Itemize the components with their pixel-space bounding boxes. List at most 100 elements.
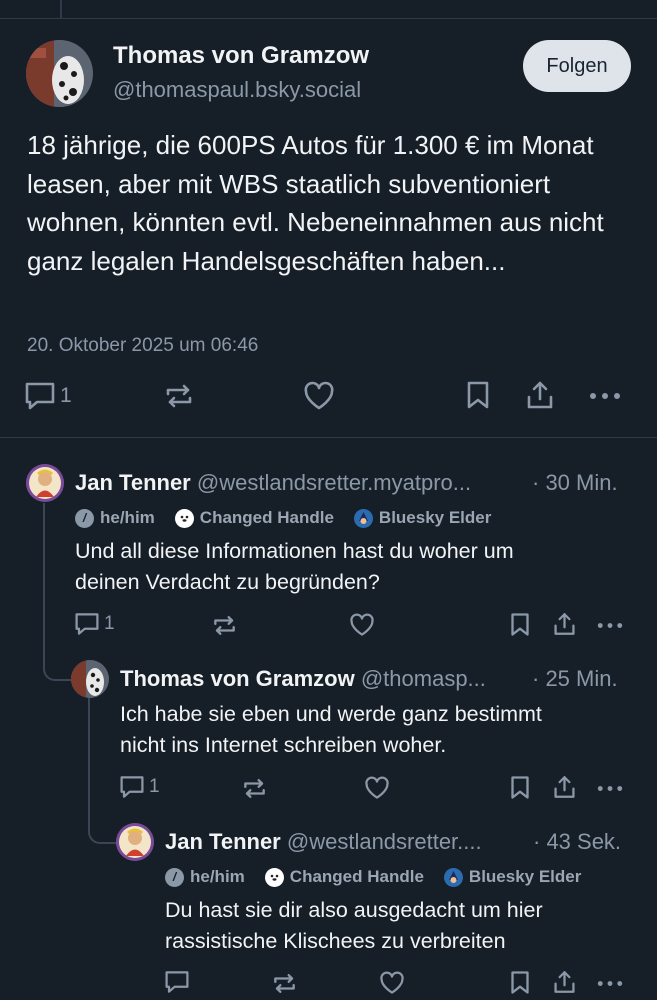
reply2-text-line: Ich habe sie eben und werde ganz bestimm… (120, 702, 542, 726)
reply2-text-line: nicht ins Internet schreiben woher. (120, 733, 447, 757)
bookmark-icon (510, 775, 530, 800)
share-icon (552, 969, 577, 995)
reply3-author-handle[interactable]: @westlandsretter.... (287, 829, 482, 854)
reply1-author-handle[interactable]: @westlandsretter.myatpro... (197, 470, 471, 495)
reply3-repost-button[interactable] (272, 971, 297, 996)
reply2-like-button[interactable] (364, 776, 390, 800)
reply2-reply-button[interactable]: 1 (119, 775, 160, 799)
reply3-text: Du hast sie dir also ausgedacht um hier … (165, 895, 543, 957)
reply3-more-button[interactable] (597, 980, 623, 987)
wizard-icon (443, 867, 463, 887)
reply2-reply-count: 1 (149, 776, 160, 797)
heart-icon (303, 381, 335, 411)
main-author-name[interactable]: Thomas von Gramzow (113, 42, 369, 70)
thread-line-1 (43, 503, 71, 681)
pronoun-icon: / (165, 867, 184, 887)
reply1-reply-button[interactable]: 1 (74, 612, 115, 636)
reply1-repost-button[interactable] (212, 613, 237, 638)
seal-icon (264, 867, 284, 887)
main-author-avatar[interactable] (26, 40, 93, 107)
pronoun-label: he/him (190, 867, 245, 886)
reply1-avatar[interactable] (26, 464, 64, 502)
reply2-repost-button[interactable] (242, 776, 267, 801)
share-icon (552, 611, 577, 637)
reply2-author-handle[interactable]: @thomasp... (361, 666, 486, 691)
thread-line-2 (88, 697, 116, 844)
share-button[interactable] (525, 379, 555, 411)
pronoun-badge: / he/him (165, 867, 245, 887)
reply3-header: Jan Tenner @westlandsretter.... (165, 829, 525, 855)
pronoun-label: he/him (100, 508, 155, 527)
bluesky-elder-badge: Bluesky Elder (443, 867, 582, 887)
reply1-reply-count: 1 (104, 613, 115, 634)
reply3-text-line: rassistische Klischees zu verbreiten (165, 929, 506, 953)
more-dots-icon (597, 785, 623, 792)
share-icon (525, 379, 555, 411)
heart-icon (349, 613, 375, 637)
speech-bubble-icon (24, 381, 56, 411)
changed-handle-label: Changed Handle (199, 508, 334, 527)
reply3-time: · 43 Sek. (533, 829, 622, 854)
repost-button[interactable] (164, 381, 194, 411)
reply1-share-button[interactable] (552, 611, 577, 637)
changed-handle-label: Changed Handle (289, 867, 424, 886)
bluesky-elder-label: Bluesky Elder (468, 867, 582, 886)
reply3-reply-button[interactable] (164, 970, 190, 994)
reply1-text-line: Und all diese Informationen hast du wohe… (75, 539, 514, 563)
reply1-header: Jan Tenner @westlandsretter.myatpro... (75, 470, 525, 496)
reply1-more-button[interactable] (597, 622, 623, 629)
reply2-header: Thomas von Gramzow @thomasp... (120, 666, 525, 692)
wizard-icon (353, 508, 373, 528)
bookmark-icon (510, 970, 530, 995)
reply2-share-button[interactable] (552, 774, 577, 800)
bookmark-button[interactable] (466, 380, 490, 410)
speech-bubble-icon (119, 775, 145, 799)
reply-count: 1 (60, 384, 72, 407)
reply3-badges: / he/him Changed Handle Bluesky Elder (165, 867, 601, 887)
seal-icon (174, 508, 194, 528)
reply1-like-button[interactable] (349, 613, 375, 637)
repost-arrows-icon (242, 776, 267, 801)
repost-arrows-icon (164, 381, 194, 411)
top-divider (0, 18, 657, 19)
reply3-avatar[interactable] (116, 823, 154, 861)
reply2-more-button[interactable] (597, 785, 623, 792)
more-dots-icon (589, 392, 621, 400)
reply1-bookmark-button[interactable] (510, 612, 530, 637)
more-options-button[interactable] (589, 392, 621, 400)
speech-bubble-icon (74, 612, 100, 636)
bluesky-elder-badge: Bluesky Elder (353, 508, 491, 528)
reply-button[interactable]: 1 (24, 381, 72, 411)
reply3-like-button[interactable] (379, 971, 405, 995)
reply1-text-line: deinen Verdacht zu begründen? (75, 570, 380, 594)
pronoun-badge: / he/him (75, 508, 155, 528)
heart-icon (379, 971, 405, 995)
follow-button[interactable]: Folgen (523, 40, 631, 92)
reply1-text: Und all diese Informationen hast du wohe… (75, 536, 514, 598)
reply2-author-name[interactable]: Thomas von Gramzow (120, 666, 355, 691)
repost-arrows-icon (212, 613, 237, 638)
changed-handle-badge: Changed Handle (264, 867, 424, 887)
reply3-text-line: Du hast sie dir also ausgedacht um hier (165, 898, 543, 922)
bookmark-icon (466, 380, 490, 410)
reply2-bookmark-button[interactable] (510, 775, 530, 800)
reply3-share-button[interactable] (552, 969, 577, 995)
share-icon (552, 774, 577, 800)
reply3-bookmark-button[interactable] (510, 970, 530, 995)
changed-handle-badge: Changed Handle (174, 508, 334, 528)
bookmark-icon (510, 612, 530, 637)
reply2-avatar[interactable] (71, 660, 109, 698)
post-text: 18 jährige, die 600PS Autos für 1.300 € … (27, 130, 604, 276)
reply3-author-name[interactable]: Jan Tenner (165, 829, 281, 854)
like-button[interactable] (303, 381, 335, 411)
reply2-time: · 25 Min. (532, 666, 618, 691)
post-divider (0, 437, 657, 438)
more-dots-icon (597, 980, 623, 987)
main-author-handle[interactable]: @thomaspaul.bsky.social (113, 77, 361, 103)
post-timestamp: 20. Oktober 2025 um 06:46 (27, 335, 259, 356)
reply2-text: Ich habe sie eben und werde ganz bestimm… (120, 699, 542, 761)
thread-connector-top (60, 0, 62, 18)
reply1-author-name[interactable]: Jan Tenner (75, 470, 191, 495)
repost-arrows-icon (272, 971, 297, 996)
heart-icon (364, 776, 390, 800)
